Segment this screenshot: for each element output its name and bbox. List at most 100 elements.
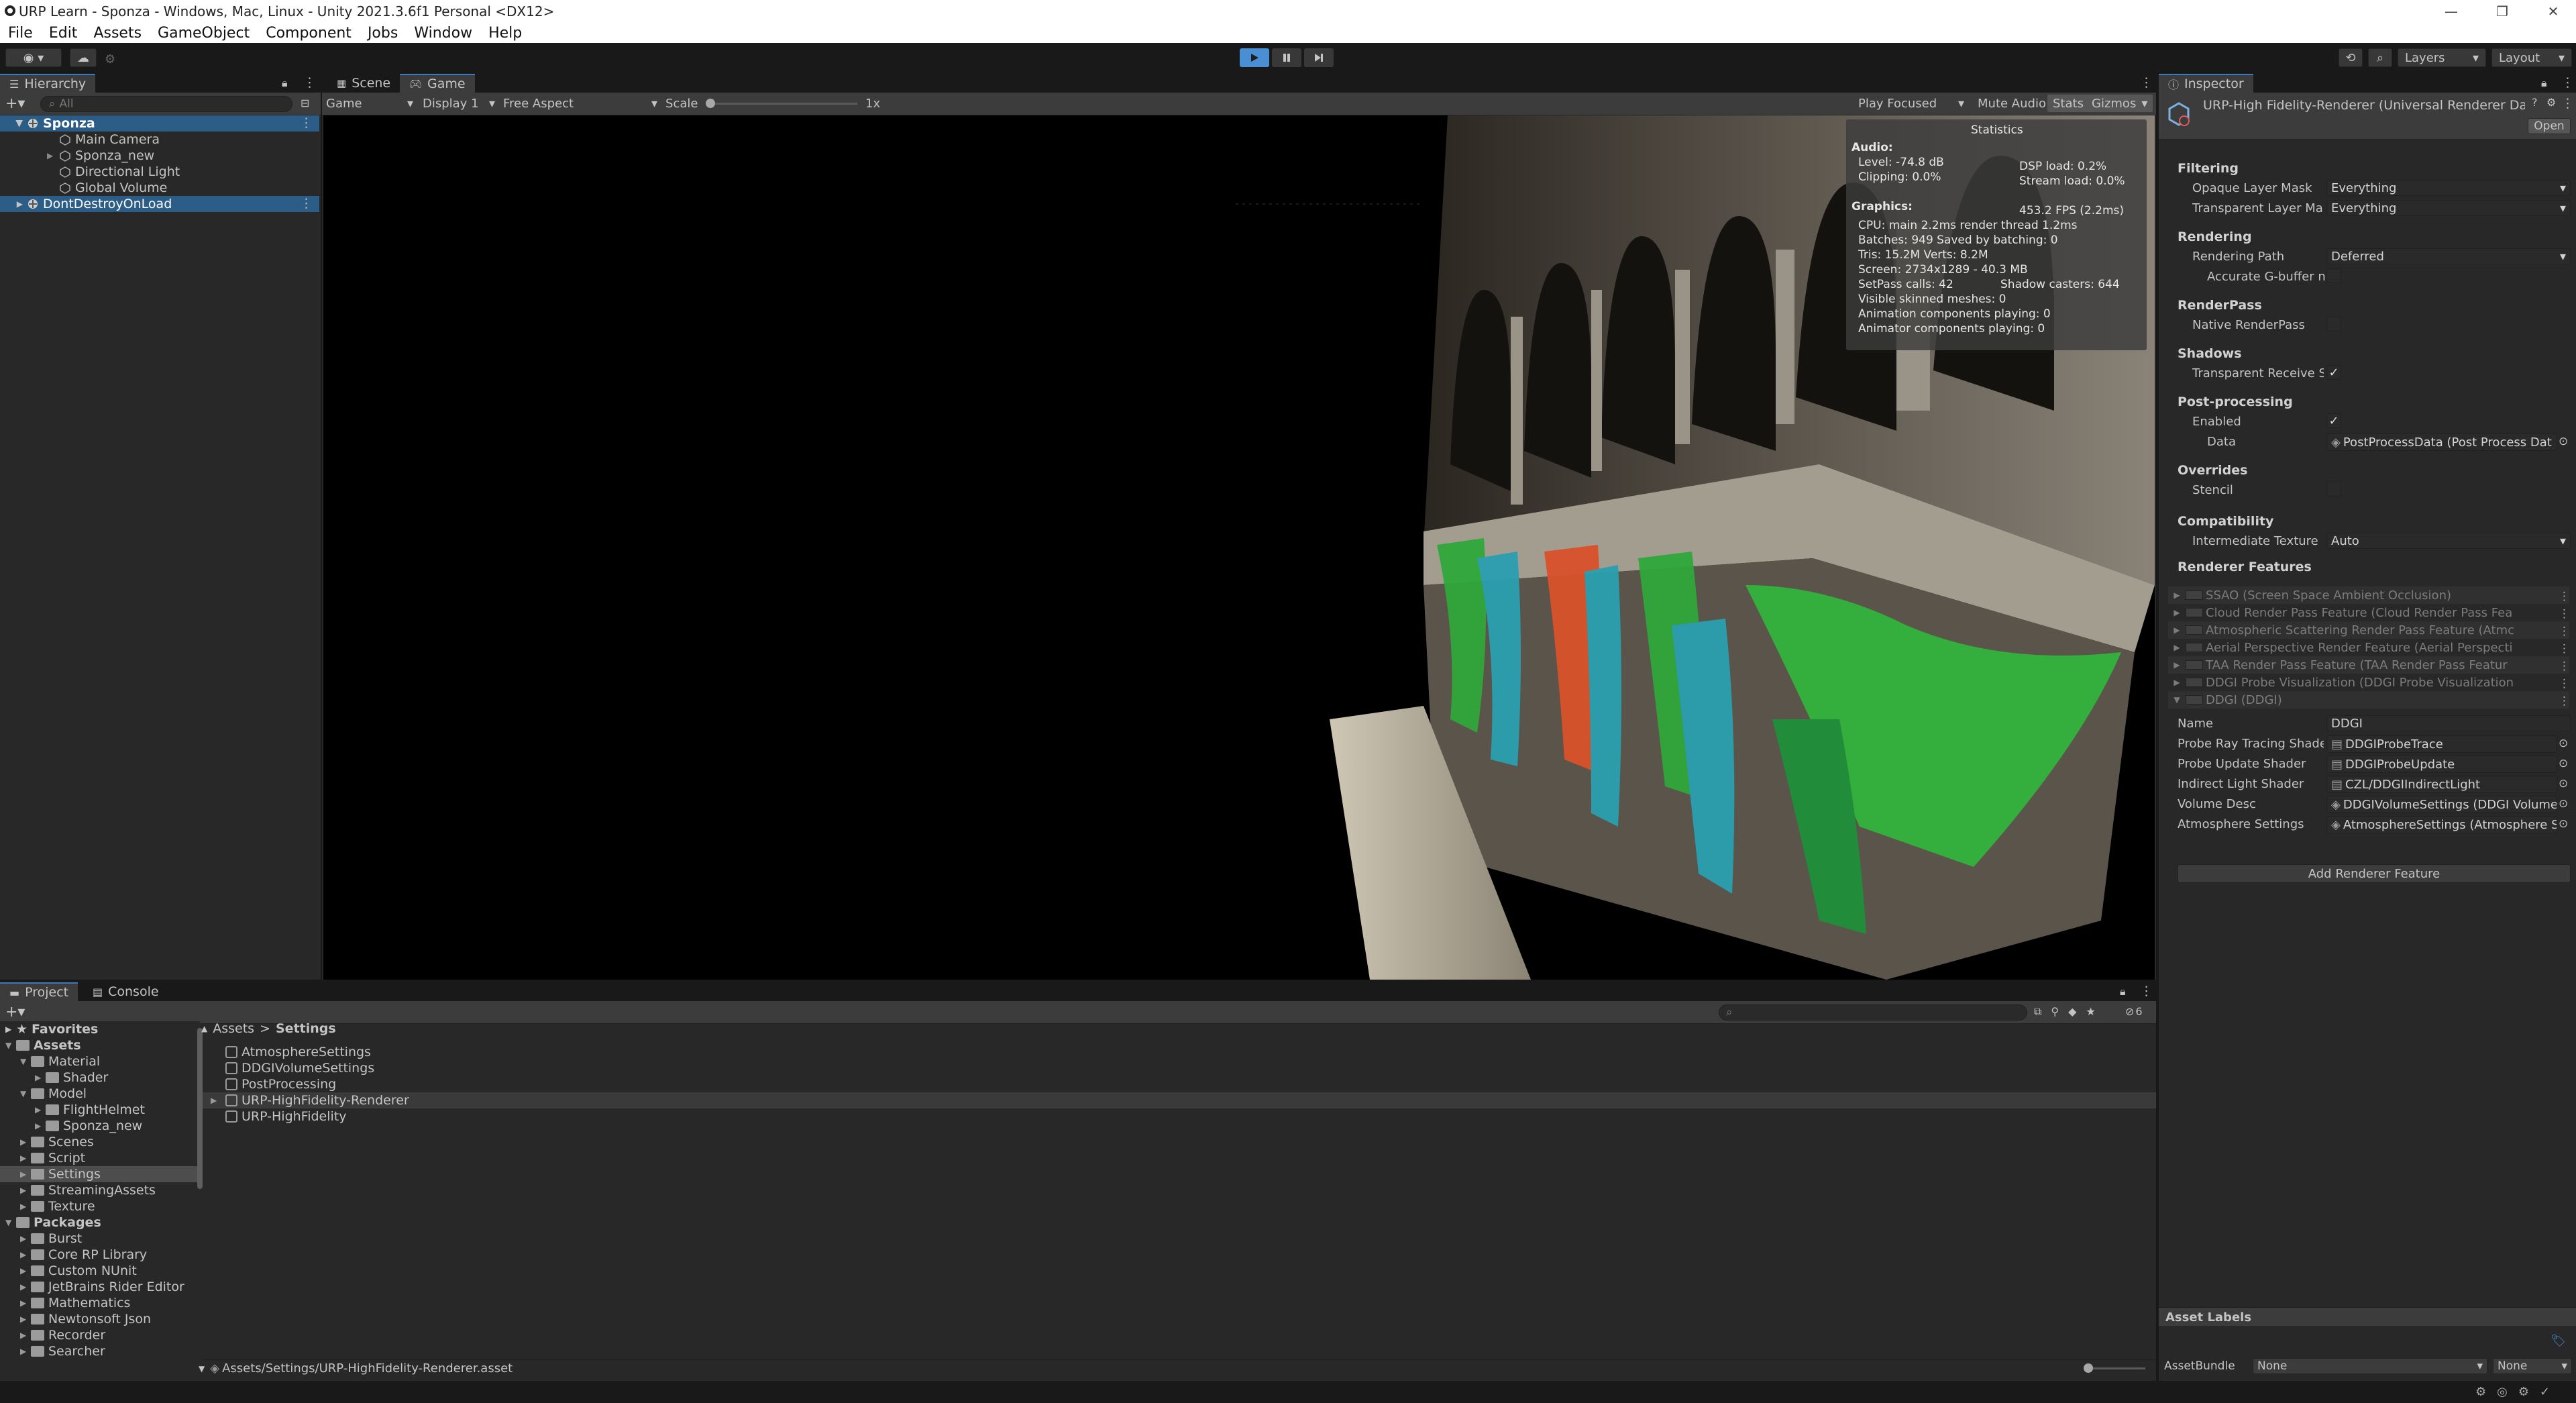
feature-enable-checkbox[interactable] <box>2186 695 2203 705</box>
renderer-feature-taa[interactable]: ▶ TAA Render Pass Feature (TAA Render Pa… <box>2168 656 2569 674</box>
collapsed-arrow-icon[interactable]: ▶ <box>2168 678 2186 687</box>
collapsed-arrow-icon[interactable]: ▶ <box>2168 608 2186 617</box>
settings-icon[interactable]: ⚙ <box>2546 96 2556 109</box>
collapse-icon[interactable]: ▼ <box>199 1364 205 1373</box>
account-button[interactable]: ◉ ▾ <box>5 48 62 67</box>
label-tag-icon[interactable]: 🏷︎ <box>2551 1334 2566 1348</box>
project-tree-item[interactable]: ▶ Shader <box>0 1070 199 1086</box>
renderer-feature-cloud[interactable]: ▶ Cloud Render Pass Feature (Cloud Rende… <box>2168 604 2569 621</box>
hierarchy-item-dontdestroyonload[interactable]: ▶ DontDestroyOnLoad ⋮ <box>0 196 319 212</box>
favorites-header[interactable]: ▶ ★ Favorites <box>0 1021 199 1037</box>
breadcrumb-settings[interactable]: Settings <box>276 1021 336 1036</box>
asset-list-item[interactable]: PostProcessing <box>203 1076 2156 1092</box>
expand-arrow-icon[interactable]: ▶ <box>20 1282 31 1292</box>
cloud-icon[interactable]: ☁ <box>70 48 97 67</box>
expand-arrow-icon[interactable]: ▶ <box>20 1266 31 1276</box>
collapsed-arrow-icon[interactable]: ▶ <box>5 1025 16 1034</box>
feature-enable-checkbox[interactable] <box>2186 643 2203 652</box>
feature-options-icons[interactable]: ⋮ ⋮ ⋮ ⋮ ⋮ ⋮ ⋮ <box>2559 588 2570 710</box>
expand-arrow-icon[interactable]: ▼ <box>5 1218 16 1227</box>
more-options-icon[interactable]: ⋮ <box>2561 96 2574 111</box>
object-picker-icon[interactable]: ⊙ <box>2559 435 2568 448</box>
renderer-feature-ddgi[interactable]: ▼ DDGI (DDGI) <box>2168 691 2569 709</box>
game-view-dropdown[interactable]: Game ▾ <box>326 97 413 111</box>
expand-arrow-icon[interactable]: ▶ <box>20 1234 31 1243</box>
feature-enable-checkbox[interactable] <box>2186 590 2203 600</box>
object-picker-icon[interactable]: ⊙ <box>2559 777 2568 790</box>
expand-arrow-icon[interactable]: ▼ <box>5 1041 16 1050</box>
expand-arrow-icon[interactable]: ▼ <box>20 1089 31 1098</box>
renderer-feature-aerial-perspective[interactable]: ▶ Aerial Perspective Render Feature (Aer… <box>2168 639 2569 656</box>
indirect-light-shader-field[interactable]: ▤ CZL/DDGIIndirectLight <box>2326 776 2557 793</box>
project-tree-item[interactable]: ▼ Material <box>0 1053 199 1070</box>
project-tree-item[interactable]: ▶ Core RP Library <box>0 1247 199 1263</box>
collapse-icon[interactable]: ▲ <box>201 1024 207 1033</box>
project-tree-item[interactable]: ▼ Assets <box>0 1037 199 1053</box>
expand-arrow-icon[interactable]: ▼ <box>0 118 27 129</box>
native-renderpass-checkbox[interactable] <box>2326 317 2341 331</box>
ddgi-name-input[interactable]: DDGI <box>2326 715 2571 731</box>
lock-icon[interactable]: 🔒︎ <box>2541 76 2547 90</box>
mute-audio-toggle[interactable]: Mute Audio <box>1974 95 2050 112</box>
scale-slider-track[interactable] <box>710 103 857 105</box>
aspect-dropdown[interactable]: Free Aspect ▾ <box>503 97 657 111</box>
project-tree-item[interactable]: ▶ Script <box>0 1150 199 1166</box>
project-tree-item[interactable]: ▼ Model <box>0 1086 199 1102</box>
stats-toggle[interactable]: Stats <box>2047 95 2089 112</box>
pp-enabled-checkbox[interactable]: ✓ <box>2326 413 2341 428</box>
more-options-icon[interactable]: ⋮ <box>300 115 313 130</box>
project-tree-item[interactable]: ▶ Settings <box>0 1166 199 1182</box>
hierarchy-item-main-camera[interactable]: Main Camera <box>0 132 319 148</box>
project-tree-item[interactable]: ▶ Newtonsoft Json <box>0 1311 199 1327</box>
expand-arrow-icon[interactable]: ▶ <box>20 1347 31 1356</box>
collapsed-arrow-icon[interactable]: ▶ <box>0 199 27 209</box>
tab-game[interactable]: 🎮︎ Game <box>400 74 475 93</box>
layers-dropdown[interactable]: Layers ▾ <box>2398 48 2486 67</box>
hidden-packages-toggle[interactable]: ⊘ 6 <box>2125 1005 2143 1018</box>
asset-list-item[interactable]: URP-HighFidelity <box>203 1108 2156 1125</box>
project-tree-item[interactable]: ▶ Searcher <box>0 1343 199 1359</box>
asset-list-item[interactable]: DDGIVolumeSettings <box>203 1060 2156 1076</box>
search-icon[interactable]: ⌕ <box>2368 48 2392 67</box>
asset-bundle-dropdown[interactable]: None ▾ <box>2253 1358 2487 1374</box>
opaque-layer-mask-dropdown[interactable]: Everything ▾ <box>2326 180 2571 196</box>
transparent-receive-checkbox[interactable]: ✓ <box>2326 365 2341 380</box>
menu-jobs[interactable]: Jobs <box>368 25 398 42</box>
scene-visibility-icon[interactable]: ⊟ <box>301 97 309 109</box>
renderer-feature-atmospheric-scattering[interactable]: ▶ Atmospheric Scattering Render Pass Fea… <box>2168 621 2569 639</box>
tab-inspector[interactable]: ⓘ Inspector <box>2159 74 2253 93</box>
project-tree-item[interactable]: ▶ JetBrains Rider Editor <box>0 1279 199 1295</box>
project-tree-item[interactable]: ▶ StreamingAssets <box>0 1182 199 1198</box>
probe-update-shader-field[interactable]: ▤ DDGIProbeUpdate <box>2326 756 2557 773</box>
minimize-icon[interactable]: — <box>2426 0 2477 23</box>
transparent-layer-mask-dropdown[interactable]: Everything ▾ <box>2326 200 2571 216</box>
expand-arrow-icon[interactable]: ▶ <box>35 1073 46 1082</box>
project-tree-item[interactable]: ▼ Packages <box>0 1214 199 1231</box>
open-button[interactable]: Open <box>2528 118 2571 134</box>
menu-file[interactable]: File <box>8 25 33 42</box>
pause-button[interactable] <box>1272 48 1301 67</box>
expand-arrow-icon[interactable]: ▶ <box>20 1298 31 1308</box>
hierarchy-search-input[interactable]: ⌕ All <box>40 96 292 112</box>
tab-hierarchy[interactable]: ☰ Hierarchy <box>0 74 96 93</box>
menu-gameobject[interactable]: GameObject <box>158 25 250 42</box>
expand-arrow-icon[interactable]: ▶ <box>20 1170 31 1179</box>
add-renderer-feature-button[interactable]: Add Renderer Feature <box>2178 864 2571 883</box>
accurate-gbuffer-checkbox[interactable] <box>2326 268 2341 283</box>
renderer-feature-ssao[interactable]: ▶ SSAO (Screen Space Ambient Occlusion) <box>2168 586 2569 604</box>
project-tree-item[interactable]: ▶ Sponza_new <box>0 1118 199 1134</box>
display-dropdown[interactable]: Display 1 ▾ <box>423 97 495 111</box>
scale-slider-thumb[interactable] <box>706 99 715 108</box>
object-picker-icon[interactable]: ⊙ <box>2559 817 2568 831</box>
icon-size-slider[interactable] <box>2085 1367 2145 1369</box>
feature-enable-checkbox[interactable] <box>2186 625 2203 635</box>
asset-list-item[interactable]: ▶ URP-HighFidelity-Renderer <box>203 1092 2156 1108</box>
lock-icon[interactable]: 🔒︎ <box>2120 985 2126 998</box>
more-options-icon[interactable]: ⋮ <box>303 75 316 90</box>
feature-enable-checkbox[interactable] <box>2186 608 2203 617</box>
stencil-checkbox[interactable] <box>2326 482 2341 497</box>
lock-icon[interactable]: 🔒︎ <box>282 76 288 90</box>
collab-icon[interactable]: ⚙ <box>105 52 115 66</box>
close-icon[interactable]: ✕ <box>2528 0 2576 23</box>
gizmos-dropdown[interactable]: Gizmos ▾ <box>2086 95 2153 112</box>
